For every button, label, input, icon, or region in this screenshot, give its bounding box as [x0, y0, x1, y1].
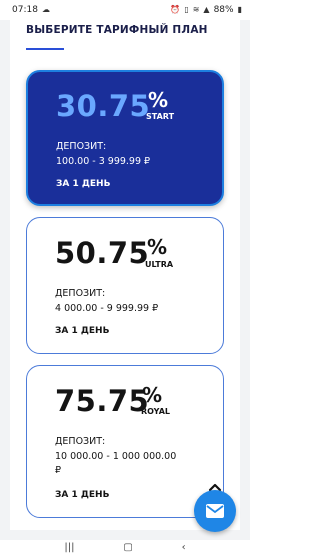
deposit-label: ДЕПОЗИТ:	[55, 288, 106, 299]
battery-percent: 88%	[213, 5, 234, 15]
deposit-range: 100.00 - 3 999.99 ₽	[56, 156, 151, 167]
status-right: ⏰ ▯ ≋ ▲ 88% ▮	[170, 5, 242, 15]
status-bar: 07:18 ☁ ⏰ ▯ ≋ ▲ 88% ▮	[0, 0, 250, 20]
signal-icon: ▲	[203, 5, 210, 14]
cloud-icon: ☁	[41, 5, 50, 14]
plan-rate: 50.75	[55, 236, 150, 270]
plan-rate: 30.75	[56, 89, 151, 123]
section-title: ВЫБЕРИТЕ ТАРИФНЫЙ ПЛАН	[26, 24, 208, 36]
status-time: 07:18	[12, 5, 38, 15]
alarm-icon: ⏰	[170, 5, 181, 14]
system-nav-bar: ||| ▢ ‹	[0, 540, 250, 556]
plan-period: ЗА 1 ДЕНЬ	[56, 179, 111, 189]
mail-button[interactable]	[194, 490, 236, 532]
deposit-label: ДЕПОЗИТ:	[56, 141, 107, 152]
title-underline	[26, 48, 64, 50]
deposit-range: 10 000.00 - 1 000 000.00	[55, 451, 177, 462]
home-icon[interactable]: ▢	[123, 543, 132, 553]
plan-percent: %	[147, 235, 168, 259]
deposit-range-currency: ₽	[55, 465, 62, 476]
plan-card-ultra[interactable]: 50.75 % ULTRA ДЕПОЗИТ: 4 000.00 - 9 999.…	[26, 217, 224, 354]
plan-card-start[interactable]: 30.75 % START ДЕПОЗИТ: 100.00 - 3 999.99…	[26, 70, 224, 206]
plan-percent: %	[148, 88, 169, 112]
plan-period: ЗА 1 ДЕНЬ	[55, 326, 110, 336]
back-icon[interactable]: ‹	[182, 543, 186, 553]
status-left: 07:18 ☁	[12, 5, 50, 15]
wifi-icon: ≋	[192, 5, 200, 14]
recent-apps-icon[interactable]: |||	[64, 543, 74, 553]
plan-name: ROYAL	[141, 407, 170, 416]
vibrate-icon: ▯	[184, 5, 189, 14]
plan-period: ЗА 1 ДЕНЬ	[55, 490, 110, 500]
plan-percent: %	[142, 383, 163, 407]
battery-icon: ▮	[237, 5, 242, 14]
deposit-range: 4 000.00 - 9 999.99 ₽	[55, 303, 159, 314]
plan-rate: 75.75	[55, 384, 150, 418]
plan-name: ULTRA	[145, 260, 174, 269]
plan-card-royal[interactable]: 75.75 % ROYAL ДЕПОЗИТ: 10 000.00 - 1 000…	[26, 365, 224, 518]
plan-name: START	[146, 112, 175, 121]
deposit-label: ДЕПОЗИТ:	[55, 436, 106, 447]
mail-icon	[206, 504, 224, 518]
